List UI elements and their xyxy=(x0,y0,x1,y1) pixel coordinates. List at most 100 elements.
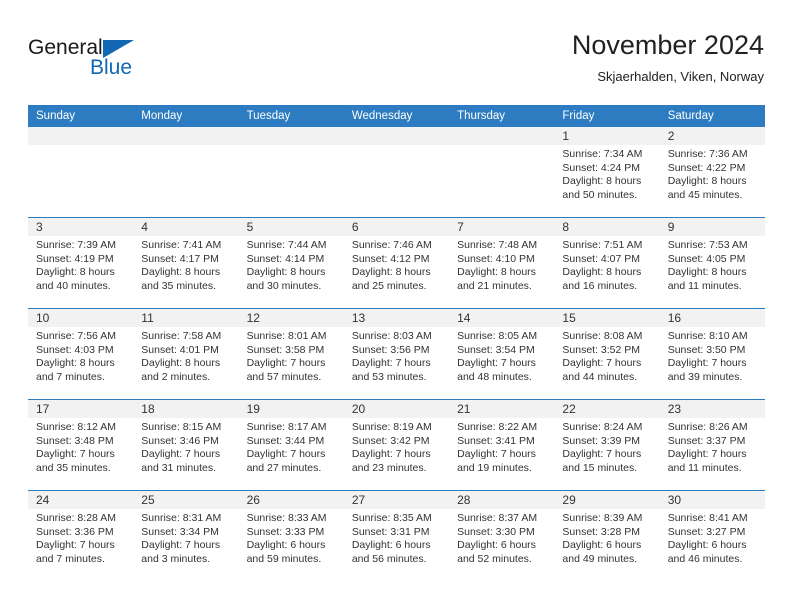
daylight-text-line2: and 40 minutes. xyxy=(36,279,111,292)
calendar-day-cell[interactable]: 6 Sunrise: 7:46 AM Sunset: 4:12 PM Daylight… xyxy=(343,218,450,308)
calendar-day-cell[interactable]: 8 Sunrise: 7:51 AM Sunset: 4:07 PM Daylight… xyxy=(554,218,660,308)
calendar-day-cell[interactable]: 19 Sunrise: 8:17 AM Sunset: 3:44 PM Dayligh… xyxy=(238,400,344,490)
sunrise-text: Sunrise: 7:48 AM xyxy=(457,239,538,251)
calendar-day-cell[interactable]: 4 Sunrise: 7:41 AM Sunset: 4:17 PM Daylight… xyxy=(133,218,239,308)
sunset-text: Sunset: 3:58 PM xyxy=(246,343,325,356)
sunrise-text: Sunrise: 7:36 AM xyxy=(667,148,748,160)
daylight-text-line2: and 11 minutes. xyxy=(667,461,742,474)
sunrise-text: Sunrise: 8:19 AM xyxy=(351,421,432,433)
sunrise-text: Sunrise: 8:41 AM xyxy=(667,512,748,524)
calendar-day-cell[interactable]: 15 Sunrise: 8:08 AM Sunset: 3:52 PM Dayligh… xyxy=(554,309,660,399)
calendar-day-cell[interactable]: 3 Sunrise: 7:39 AM Sunset: 4:19 PM Daylight… xyxy=(28,218,134,308)
calendar-day-cell-empty xyxy=(28,127,134,217)
day-number: 25 xyxy=(141,493,155,507)
day-number: 27 xyxy=(351,493,366,507)
calendar-week-row: 24 Sunrise: 8:28 AM Sunset: 3:36 PM Dayligh… xyxy=(28,490,765,581)
sunrise-text: Sunrise: 8:10 AM xyxy=(667,330,748,342)
day-number-band: 12 xyxy=(238,309,344,327)
calendar-day-cell[interactable]: 7 Sunrise: 7:48 AM Sunset: 4:10 PM Daylight… xyxy=(449,218,555,308)
daylight-text-line1: Daylight: 7 hours xyxy=(351,357,431,370)
daylight-text-line2: and 45 minutes. xyxy=(667,188,743,201)
calendar-day-cell[interactable]: 18 Sunrise: 8:15 AM Sunset: 3:46 PM Dayligh… xyxy=(133,400,239,490)
day-sun-info: Sunrise: 8:15 AM Sunset: 3:46 PM Daylight:… xyxy=(133,418,238,475)
day-sun-info: Sunrise: 7:39 AM Sunset: 4:19 PM Daylight:… xyxy=(28,236,133,293)
daylight-text-line2: and 57 minutes. xyxy=(246,370,322,383)
calendar-day-cell[interactable]: 30 Sunrise: 8:41 AM Sunset: 3:27 PM Dayligh… xyxy=(659,491,765,581)
day-sun-info: Sunrise: 7:44 AM Sunset: 4:14 PM Daylight:… xyxy=(239,236,344,293)
calendar-day-cell[interactable]: 1 Sunrise: 7:34 AM Sunset: 4:24 PM Daylight… xyxy=(554,127,660,217)
daylight-text-line1: Daylight: 8 hours xyxy=(351,266,431,279)
sunset-text: Sunset: 4:05 PM xyxy=(667,252,746,265)
day-number-band: 24 xyxy=(28,491,134,509)
calendar-day-cell[interactable]: 28 Sunrise: 8:37 AM Sunset: 3:30 PM Dayligh… xyxy=(449,491,555,581)
calendar-day-cell[interactable]: 10 Sunrise: 7:56 AM Sunset: 4:03 PM Dayligh… xyxy=(28,309,134,399)
sunrise-text: Sunrise: 8:26 AM xyxy=(667,421,748,433)
calendar-day-cell[interactable]: 23 Sunrise: 8:26 AM Sunset: 3:37 PM Dayligh… xyxy=(659,400,765,490)
brand-logo[interactable]: General Blue xyxy=(28,36,248,92)
sunrise-text: Sunrise: 8:33 AM xyxy=(246,512,327,524)
daylight-text-line1: Daylight: 7 hours xyxy=(36,448,115,461)
calendar-day-cell[interactable]: 12 Sunrise: 8:01 AM Sunset: 3:58 PM Dayligh… xyxy=(238,309,344,399)
daylight-text-line1: Daylight: 8 hours xyxy=(36,357,115,370)
daylight-text-line2: and 2 minutes. xyxy=(141,370,211,383)
day-number-band: 25 xyxy=(133,491,239,509)
calendar-day-cell[interactable]: 14 Sunrise: 8:05 AM Sunset: 3:54 PM Dayligh… xyxy=(449,309,555,399)
calendar-day-cell[interactable]: 26 Sunrise: 8:33 AM Sunset: 3:33 PM Dayligh… xyxy=(238,491,344,581)
daylight-text-line2: and 53 minutes. xyxy=(351,370,427,383)
sunset-text: Sunset: 3:44 PM xyxy=(246,434,325,447)
sunset-text: Sunset: 4:14 PM xyxy=(246,252,325,265)
sunrise-text: Sunrise: 8:03 AM xyxy=(351,330,432,342)
daylight-text-line1: Daylight: 7 hours xyxy=(667,448,747,461)
weekday-tuesday: Tuesday xyxy=(246,110,291,122)
day-number: 20 xyxy=(351,402,366,416)
calendar-day-cell[interactable]: 22 Sunrise: 8:24 AM Sunset: 3:39 PM Dayligh… xyxy=(554,400,660,490)
weekday-friday: Friday xyxy=(562,110,595,122)
calendar-week-row: 10 Sunrise: 7:56 AM Sunset: 4:03 PM Dayligh… xyxy=(28,308,765,399)
daylight-text-line2: and 15 minutes. xyxy=(562,461,638,474)
day-sun-info: Sunrise: 8:10 AM Sunset: 3:50 PM Daylight:… xyxy=(660,327,765,384)
calendar-day-cell[interactable]: 17 Sunrise: 8:12 AM Sunset: 3:48 PM Dayligh… xyxy=(28,400,134,490)
calendar-day-cell[interactable]: 24 Sunrise: 8:28 AM Sunset: 3:36 PM Dayligh… xyxy=(28,491,134,581)
daylight-text-line1: Daylight: 7 hours xyxy=(351,448,431,461)
calendar-day-cell[interactable]: 16 Sunrise: 8:10 AM Sunset: 3:50 PM Dayligh… xyxy=(659,309,765,399)
day-number: 14 xyxy=(457,311,471,325)
calendar-day-cell[interactable]: 5 Sunrise: 7:44 AM Sunset: 4:14 PM Daylight… xyxy=(238,218,344,308)
calendar-day-cell[interactable]: 13 Sunrise: 8:03 AM Sunset: 3:56 PM Dayligh… xyxy=(343,309,450,399)
calendar-day-cell[interactable]: 29 Sunrise: 8:39 AM Sunset: 3:28 PM Dayligh… xyxy=(554,491,660,581)
day-number-band: 16 xyxy=(659,309,765,327)
day-number: 24 xyxy=(36,493,50,507)
sunrise-text: Sunrise: 8:08 AM xyxy=(562,330,643,342)
calendar-day-cell[interactable]: 27 Sunrise: 8:35 AM Sunset: 3:31 PM Dayligh… xyxy=(343,491,450,581)
day-sun-info: Sunrise: 8:41 AM Sunset: 3:27 PM Daylight:… xyxy=(660,509,765,566)
sunset-text: Sunset: 3:28 PM xyxy=(562,525,641,538)
day-number: 23 xyxy=(667,402,682,416)
brand-name-blue: Blue xyxy=(90,56,133,79)
day-number-band: 1 xyxy=(554,127,660,145)
day-sun-info: Sunrise: 7:48 AM Sunset: 4:10 PM Daylight:… xyxy=(449,236,554,293)
day-sun-info: Sunrise: 8:22 AM Sunset: 3:41 PM Daylight:… xyxy=(449,418,554,475)
sunrise-text: Sunrise: 7:46 AM xyxy=(351,239,432,251)
calendar-day-cell[interactable]: 21 Sunrise: 8:22 AM Sunset: 3:41 PM Dayligh… xyxy=(449,400,555,490)
calendar-day-cell[interactable]: 2 Sunrise: 7:36 AM Sunset: 4:22 PM Daylight… xyxy=(659,127,765,217)
day-number-band xyxy=(133,127,239,145)
sunset-text: Sunset: 3:34 PM xyxy=(141,525,219,538)
sunrise-text: Sunrise: 7:58 AM xyxy=(141,330,222,342)
daylight-text-line1: Daylight: 7 hours xyxy=(457,357,536,370)
sunset-text: Sunset: 4:12 PM xyxy=(351,252,430,265)
day-number: 6 xyxy=(351,220,359,234)
calendar-day-cell[interactable]: 11 Sunrise: 7:58 AM Sunset: 4:01 PM Dayligh… xyxy=(133,309,239,399)
day-number: 12 xyxy=(246,311,260,325)
sunset-text: Sunset: 4:19 PM xyxy=(36,252,114,265)
calendar-day-cell-empty xyxy=(449,127,555,217)
daylight-text-line2: and 44 minutes. xyxy=(562,370,638,383)
sunset-text: Sunset: 4:24 PM xyxy=(562,161,641,174)
daylight-text-line2: and 21 minutes. xyxy=(457,279,532,292)
calendar-week-row: 1 Sunrise: 7:34 AM Sunset: 4:24 PM Daylight… xyxy=(28,127,765,217)
calendar-day-cell[interactable]: 9 Sunrise: 7:53 AM Sunset: 4:05 PM Daylight… xyxy=(659,218,765,308)
day-sun-info: Sunrise: 8:17 AM Sunset: 3:44 PM Daylight:… xyxy=(239,418,344,475)
sunset-text: Sunset: 3:39 PM xyxy=(562,434,641,447)
calendar-day-cell[interactable]: 25 Sunrise: 8:31 AM Sunset: 3:34 PM Dayligh… xyxy=(133,491,239,581)
daylight-text-line1: Daylight: 8 hours xyxy=(141,357,221,370)
day-sun-info: Sunrise: 8:05 AM Sunset: 3:54 PM Daylight:… xyxy=(449,327,554,384)
calendar-day-cell[interactable]: 20 Sunrise: 8:19 AM Sunset: 3:42 PM Dayligh… xyxy=(343,400,450,490)
